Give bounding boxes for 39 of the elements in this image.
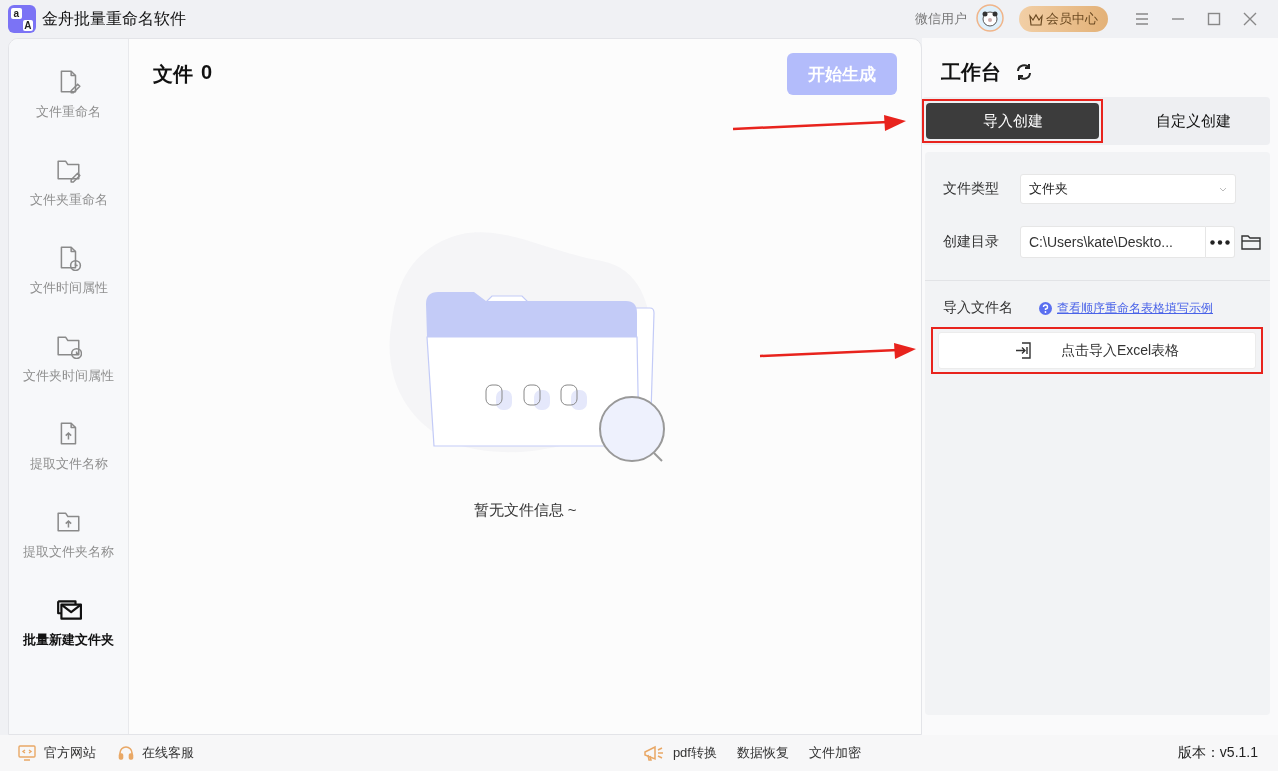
maximize-icon[interactable] bbox=[1206, 11, 1222, 27]
empty-message: 暂无文件信息 ~ bbox=[473, 501, 577, 520]
footer-link[interactable]: 官方网站 bbox=[18, 744, 96, 762]
user-name[interactable]: 微信用户 bbox=[915, 10, 967, 28]
headset-icon bbox=[118, 745, 134, 761]
field-label: 文件类型 bbox=[943, 180, 1000, 198]
footer-link[interactable]: pdf转换 bbox=[642, 744, 717, 762]
import-excel-button[interactable]: 点击导入Excel表格 bbox=[938, 332, 1256, 369]
monitor-icon bbox=[18, 745, 36, 761]
directory-field[interactable]: C:\Users\kate\Deskto... bbox=[1020, 226, 1206, 258]
field-label: 创建目录 bbox=[943, 233, 1000, 251]
more-button[interactable] bbox=[1206, 226, 1235, 258]
file-type-dropdown[interactable]: 文件夹 bbox=[1020, 174, 1236, 204]
sidebar-item[interactable]: 批量新建文件夹 bbox=[9, 597, 128, 685]
close-icon[interactable] bbox=[1242, 11, 1258, 27]
footer-link[interactable]: 在线客服 bbox=[118, 744, 194, 762]
example-link[interactable]: 查看顺序重命名表格填写示例 bbox=[1057, 299, 1213, 317]
tab[interactable]: 导入创建 bbox=[926, 103, 1099, 139]
member-center-button[interactable]: 会员中心 bbox=[1019, 6, 1108, 32]
folder-icon[interactable] bbox=[1241, 234, 1262, 250]
file-count: 0 bbox=[201, 60, 213, 85]
refresh-icon[interactable] bbox=[1015, 63, 1033, 81]
stacked-envelope-icon bbox=[55, 597, 82, 623]
footer-link[interactable]: 文件加密 bbox=[808, 744, 861, 762]
avatar-icon[interactable] bbox=[975, 2, 1005, 32]
window-title: 金舟批量重命名软件 bbox=[42, 8, 186, 29]
chevron-down-icon bbox=[1219, 186, 1227, 192]
field-label: 导入文件名 bbox=[943, 299, 1014, 317]
help-icon bbox=[1039, 301, 1052, 315]
footer-link[interactable]: 数据恢复 bbox=[736, 744, 789, 762]
more-icon bbox=[1210, 239, 1230, 245]
panel-title: 工作台 bbox=[941, 59, 1001, 85]
tab[interactable]: 自定义创建 bbox=[1107, 103, 1278, 139]
panel-title: 文件 bbox=[153, 61, 193, 87]
app-logo: a A bbox=[8, 5, 36, 33]
megaphone-icon bbox=[642, 744, 665, 762]
crown-icon bbox=[1029, 12, 1043, 26]
version-label: 版本：v5.1.1 bbox=[1177, 744, 1258, 762]
import-icon bbox=[1014, 342, 1031, 359]
